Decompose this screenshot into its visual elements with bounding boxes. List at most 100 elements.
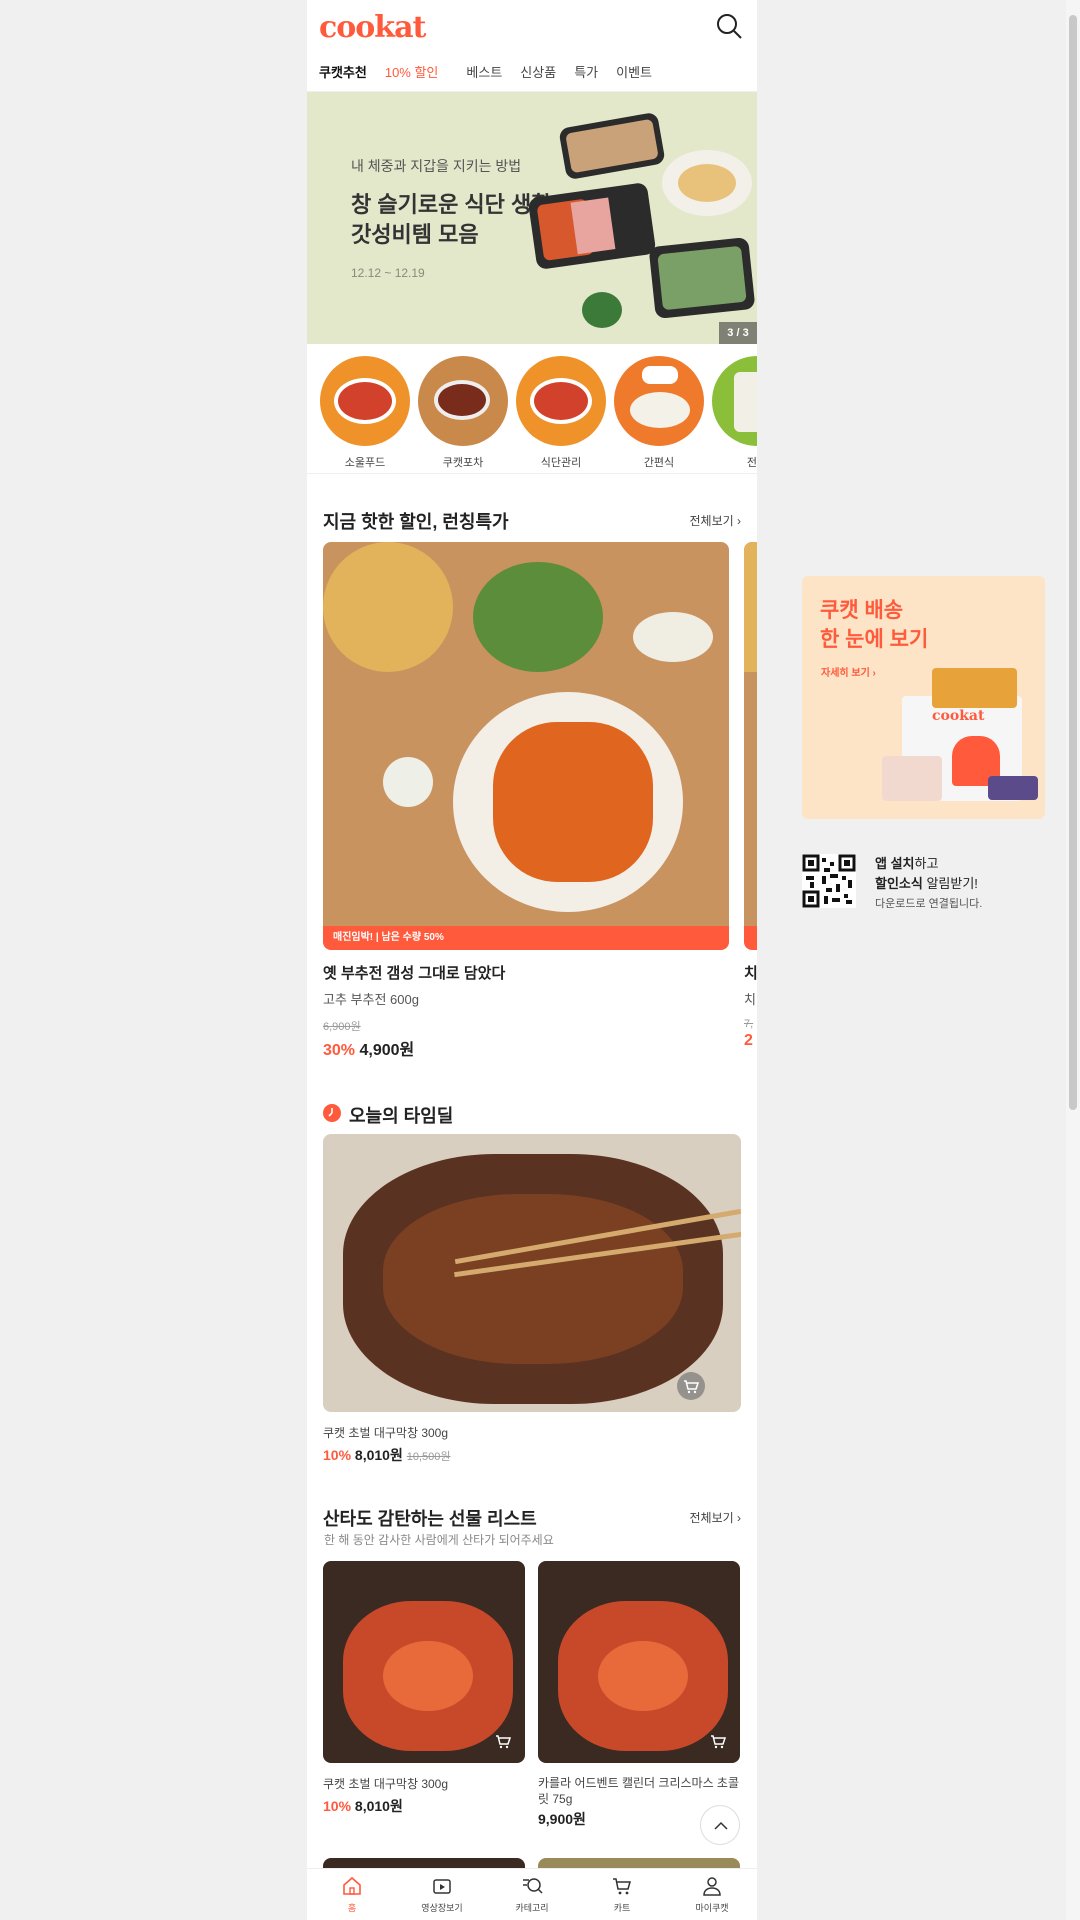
bottom-navigation: 홈 영상장보기 카테고리 카트 마이쿠캣 xyxy=(307,1868,757,1920)
meal-plate-image xyxy=(662,150,752,216)
discount-rate: 10% xyxy=(323,1447,352,1463)
tab-special[interactable]: 특가 xyxy=(574,62,598,81)
tab-event[interactable]: 이벤트 xyxy=(616,62,652,81)
tab-new[interactable]: 신상품 xyxy=(520,62,556,81)
box-logo: cookat xyxy=(932,708,985,724)
nav-video-shopping[interactable]: 영상장보기 xyxy=(397,1869,487,1920)
category-image xyxy=(320,356,410,446)
meal-tray-image xyxy=(527,181,657,271)
food-package-image xyxy=(988,776,1038,800)
nav-label: 카테고리 xyxy=(515,1903,549,1913)
product-name: 치 xyxy=(744,965,757,982)
product-subtitle: 고추 부추전 600g xyxy=(323,992,419,1007)
sale-price: 8,010원 xyxy=(354,1798,403,1814)
time-deal-header: 오늘의 타임딜 xyxy=(307,1092,757,1128)
time-deal-card[interactable]: 쿠캣 초벌 대구막창 300g 10% 8,010원 10,500원 xyxy=(323,1134,741,1465)
sale-price: 4,900원 xyxy=(359,1042,415,1059)
tab-10-percent-sale[interactable]: 10% 할인 xyxy=(385,62,439,81)
product-card[interactable]: 쿠캣 초벌 대구막창 300g 10% 8,010원 xyxy=(323,1561,525,1816)
category-image xyxy=(516,356,606,446)
product-image xyxy=(744,542,757,926)
banner-page-counter: 3 / 3 xyxy=(719,322,757,344)
nav-home[interactable]: 홈 xyxy=(307,1869,397,1920)
product-card[interactable]: 카를라 어드벤트 캘린더 크리스마스 초콜릿 75g 9,900원 xyxy=(538,1561,740,1829)
nav-category[interactable]: 카테고리 xyxy=(487,1869,577,1920)
stock-badge: 매진임박! | 남은 수량 50% xyxy=(323,926,729,950)
add-to-cart-button[interactable] xyxy=(489,1727,517,1755)
food-package-image xyxy=(882,756,942,801)
mobile-app-frame: cookat 쿠캣추천 10% 할인 베스트 신상품 특가 이벤트 내 체중과 … xyxy=(307,0,757,1920)
category-search-icon xyxy=(523,1878,543,1894)
snack-package-image xyxy=(932,668,1017,708)
see-all-label: 전체보기 xyxy=(689,1511,734,1525)
nav-label: 영상장보기 xyxy=(421,1903,463,1913)
category-label: 소울푸드 xyxy=(344,457,386,469)
product-image xyxy=(323,1561,525,1763)
section-title: 지금 핫한 할인, 런칭특가 xyxy=(323,512,509,532)
promo-details-link[interactable]: 자세히 보기 › xyxy=(821,664,876,679)
tab-recommend[interactable]: 쿠캣추천 xyxy=(319,62,367,81)
nav-my-cookat[interactable]: 마이쿠캣 xyxy=(667,1869,757,1920)
gift-grid: 쿠캣 초벌 대구막창 300g 10% 8,010원 카를라 어드벤트 캘린더 … xyxy=(307,1561,757,1851)
scroll-top-button[interactable] xyxy=(700,1805,740,1845)
nav-label: 홈 xyxy=(347,1903,357,1913)
cart-icon xyxy=(496,1735,512,1749)
promo-banner[interactable]: 내 체중과 지갑을 지키는 방법 창 슬기로운 식단 생활 갓성비템 모음 12… xyxy=(307,92,757,344)
scrollbar-thumb[interactable] xyxy=(1069,15,1077,1110)
banner-title-line2: 갓성비템 모음 xyxy=(351,222,479,247)
sale-price: 8,010원 xyxy=(354,1447,403,1463)
nav-label: 마이쿠캣 xyxy=(695,1903,729,1913)
nav-cart[interactable]: 카트 xyxy=(577,1869,667,1920)
home-icon xyxy=(343,1876,361,1895)
cookat-logo[interactable]: cookat xyxy=(319,10,426,45)
see-all-link[interactable]: 전체보기 › xyxy=(689,512,741,529)
product-image xyxy=(538,1561,740,1763)
clock-icon xyxy=(323,1104,341,1122)
app-install-bold: 앱 설치 xyxy=(875,856,915,871)
category-image xyxy=(712,356,757,446)
broccoli-image xyxy=(582,292,622,328)
category-diet[interactable]: 식단관리 xyxy=(512,356,610,473)
search-icon[interactable] xyxy=(715,12,743,40)
category-circles: 소울푸드 쿠캣포차 식단관리 간편식 전통 xyxy=(307,344,757,474)
category-label: 식단관리 xyxy=(540,457,582,469)
top-header: cookat xyxy=(307,0,757,52)
nav-label: 카트 xyxy=(613,1903,631,1913)
promo-link-label: 자세히 보기 xyxy=(821,668,870,679)
promo-title: 쿠캣 배송 한 눈에 보기 xyxy=(820,596,928,654)
delivery-promo-card[interactable]: 쿠캣 배송 한 눈에 보기 자세히 보기 › cookat xyxy=(802,576,1045,819)
hot-deals-header: 지금 핫한 할인, 런칭특가 전체보기 › xyxy=(307,502,757,542)
section-title: 산타도 감탄하는 선물 리스트 xyxy=(323,1509,537,1529)
banner-subtitle: 내 체중과 지갑을 지키는 방법 xyxy=(351,158,522,174)
promo-title-line1: 쿠캣 배송 xyxy=(820,599,904,622)
product-card[interactable]: 치 치 7, 2 xyxy=(744,542,757,1050)
cart-icon xyxy=(613,1878,631,1895)
add-to-cart-button[interactable] xyxy=(677,1372,705,1400)
app-install-notice: 앱 설치하고 할인소식 알림받기! 다운로드로 연결됩니다. xyxy=(875,854,982,914)
product-image xyxy=(323,1134,741,1412)
discount-rate: 2 xyxy=(744,1032,753,1049)
chevron-up-icon xyxy=(714,1821,728,1830)
product-image xyxy=(323,542,729,926)
user-icon xyxy=(703,1877,721,1896)
category-tabs: 쿠캣추천 10% 할인 베스트 신상품 특가 이벤트 xyxy=(307,52,757,92)
discount-rate: 30% xyxy=(323,1042,356,1059)
cart-icon xyxy=(684,1380,700,1394)
category-soulfood[interactable]: 소울푸드 xyxy=(316,356,414,473)
product-name: 쿠캣 초벌 대구막창 300g xyxy=(323,1426,449,1440)
add-to-cart-button[interactable] xyxy=(704,1727,732,1755)
product-card[interactable]: 매진임박! | 남은 수량 50% 옛 부추전 갬성 그대로 담았다 고추 부추… xyxy=(323,542,729,1060)
category-pocha[interactable]: 쿠캣포차 xyxy=(414,356,512,473)
hot-deals-carousel: 매진임박! | 남은 수량 50% 옛 부추전 갬성 그대로 담았다 고추 부추… xyxy=(307,542,757,1062)
page-scrollbar[interactable] xyxy=(1066,0,1080,1920)
cart-icon xyxy=(711,1735,727,1749)
category-label: 간편식 xyxy=(643,457,675,469)
product-name: 쿠캣 초벌 대구막창 300g xyxy=(323,1777,449,1791)
category-traditional[interactable]: 전통 xyxy=(708,356,757,473)
app-alert-bold: 할인소식 xyxy=(875,876,923,891)
app-download-desc: 다운로드로 연결됩니다. xyxy=(875,898,983,910)
banner-date: 12.12 ~ 12.19 xyxy=(351,266,425,280)
tab-best[interactable]: 베스트 xyxy=(466,62,502,81)
see-all-link[interactable]: 전체보기 › xyxy=(689,1509,741,1526)
category-simple-meal[interactable]: 간편식 xyxy=(610,356,708,473)
